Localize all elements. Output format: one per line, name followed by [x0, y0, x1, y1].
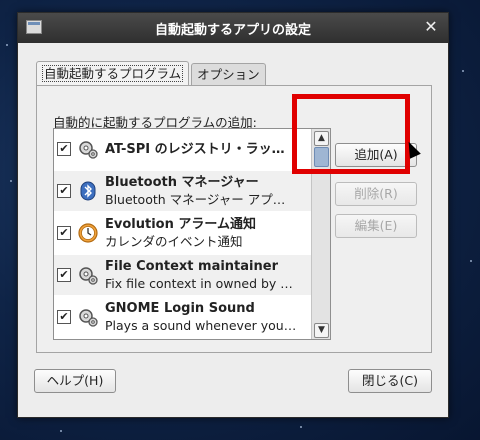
list-item[interactable]: ✔ Bluetooth マネージャー Bluetooth マネージャー アプ… — [54, 171, 312, 211]
star — [10, 180, 12, 182]
tab-startup-programs[interactable]: 自動起動するプログラム — [36, 61, 190, 86]
program-name: File Context maintainer — [105, 259, 278, 274]
enabled-checkbox[interactable]: ✔ — [57, 184, 71, 198]
gears-icon — [77, 264, 99, 286]
enabled-checkbox[interactable]: ✔ — [57, 268, 71, 282]
program-description: Bluetooth マネージャー アプ… — [105, 192, 286, 207]
program-description: Plays a sound whenever you… — [105, 318, 297, 333]
tab-options[interactable]: オプション — [191, 63, 266, 85]
highlight-box — [292, 94, 410, 174]
enabled-checkbox[interactable]: ✔ — [57, 226, 71, 240]
clock-icon — [77, 222, 99, 244]
window-title: 自動起動するアプリの設定 — [154, 22, 311, 38]
gears-icon — [77, 138, 99, 160]
help-button[interactable]: ヘルプ(H) — [34, 369, 116, 393]
star — [462, 70, 464, 72]
gears-icon — [77, 306, 99, 328]
program-name: AT-SPI のレジストリ・ラッ… — [105, 141, 285, 157]
program-description: Fix file context in owned by … — [105, 276, 293, 291]
remove-button[interactable]: 削除(R) — [335, 182, 417, 206]
star — [470, 260, 472, 262]
tab-bar: 自動起動するプログラム オプション — [36, 61, 268, 86]
tab-label: オプション — [197, 67, 260, 82]
close-icon[interactable]: ✕ — [422, 18, 440, 36]
startup-applications-window: 自動起動するアプリの設定 ✕ 自動起動するプログラム オプション 自動的に起動す… — [17, 12, 449, 418]
close-button[interactable]: 閉じる(C) — [348, 369, 432, 393]
program-list[interactable]: ✔ AT-SPI のレジストリ・ラッ… ✔ Bluetooth マネージャー B… — [53, 128, 331, 340]
tab-label: 自動起動するプログラム — [42, 65, 184, 82]
star — [6, 44, 8, 46]
edit-button[interactable]: 編集(E) — [335, 214, 417, 238]
list-item[interactable]: ✔ File Context maintainer Fix file conte… — [54, 255, 312, 295]
enabled-checkbox[interactable]: ✔ — [57, 310, 71, 324]
program-name: Evolution アラーム通知 — [105, 217, 256, 232]
title-bar: 自動起動するアプリの設定 ✕ — [18, 13, 448, 43]
program-name: GNOME Login Sound — [105, 301, 255, 316]
program-description: カレンダのイベント通知 — [105, 234, 243, 249]
program-name: Bluetooth マネージャー — [105, 175, 259, 190]
star — [60, 430, 62, 432]
bluetooth-icon — [77, 180, 99, 202]
scroll-down-icon[interactable]: ▼ — [314, 323, 329, 338]
enabled-checkbox[interactable]: ✔ — [57, 142, 71, 156]
list-item[interactable]: ✔ GNOME Login Sound Plays a sound whenev… — [54, 297, 312, 337]
list-item[interactable]: ✔ AT-SPI のレジストリ・ラッ… — [54, 129, 312, 169]
star — [300, 426, 302, 428]
window-icon — [26, 20, 42, 34]
list-item[interactable]: ✔ Evolution アラーム通知 カレンダのイベント通知 — [54, 213, 312, 253]
